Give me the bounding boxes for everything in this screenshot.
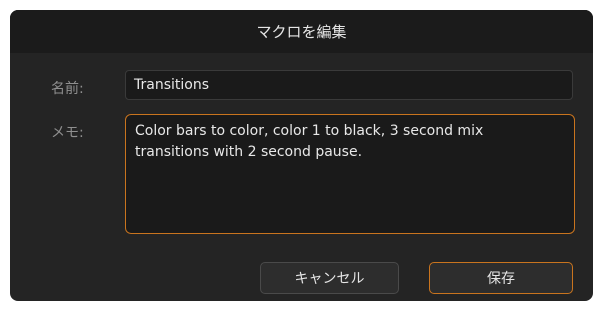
name-input-value: Transitions: [134, 77, 209, 93]
save-button[interactable]: 保存: [429, 262, 573, 294]
dialog-titlebar: マクロを編集: [10, 10, 593, 53]
cancel-button[interactable]: キャンセル: [260, 262, 399, 294]
cancel-button-label: キャンセル: [294, 271, 365, 287]
name-input[interactable]: Transitions: [125, 70, 573, 100]
memo-textarea[interactable]: Color bars to color, color 1 to black, 3…: [125, 114, 575, 234]
save-button-label: 保存: [487, 271, 515, 287]
memo-label: メモ:: [51, 125, 84, 141]
name-label: 名前:: [51, 81, 84, 97]
edit-macro-dialog: マクロを編集 名前: Transitions メモ: Color bars to…: [10, 10, 593, 301]
dialog-title: マクロを編集: [256, 23, 347, 41]
